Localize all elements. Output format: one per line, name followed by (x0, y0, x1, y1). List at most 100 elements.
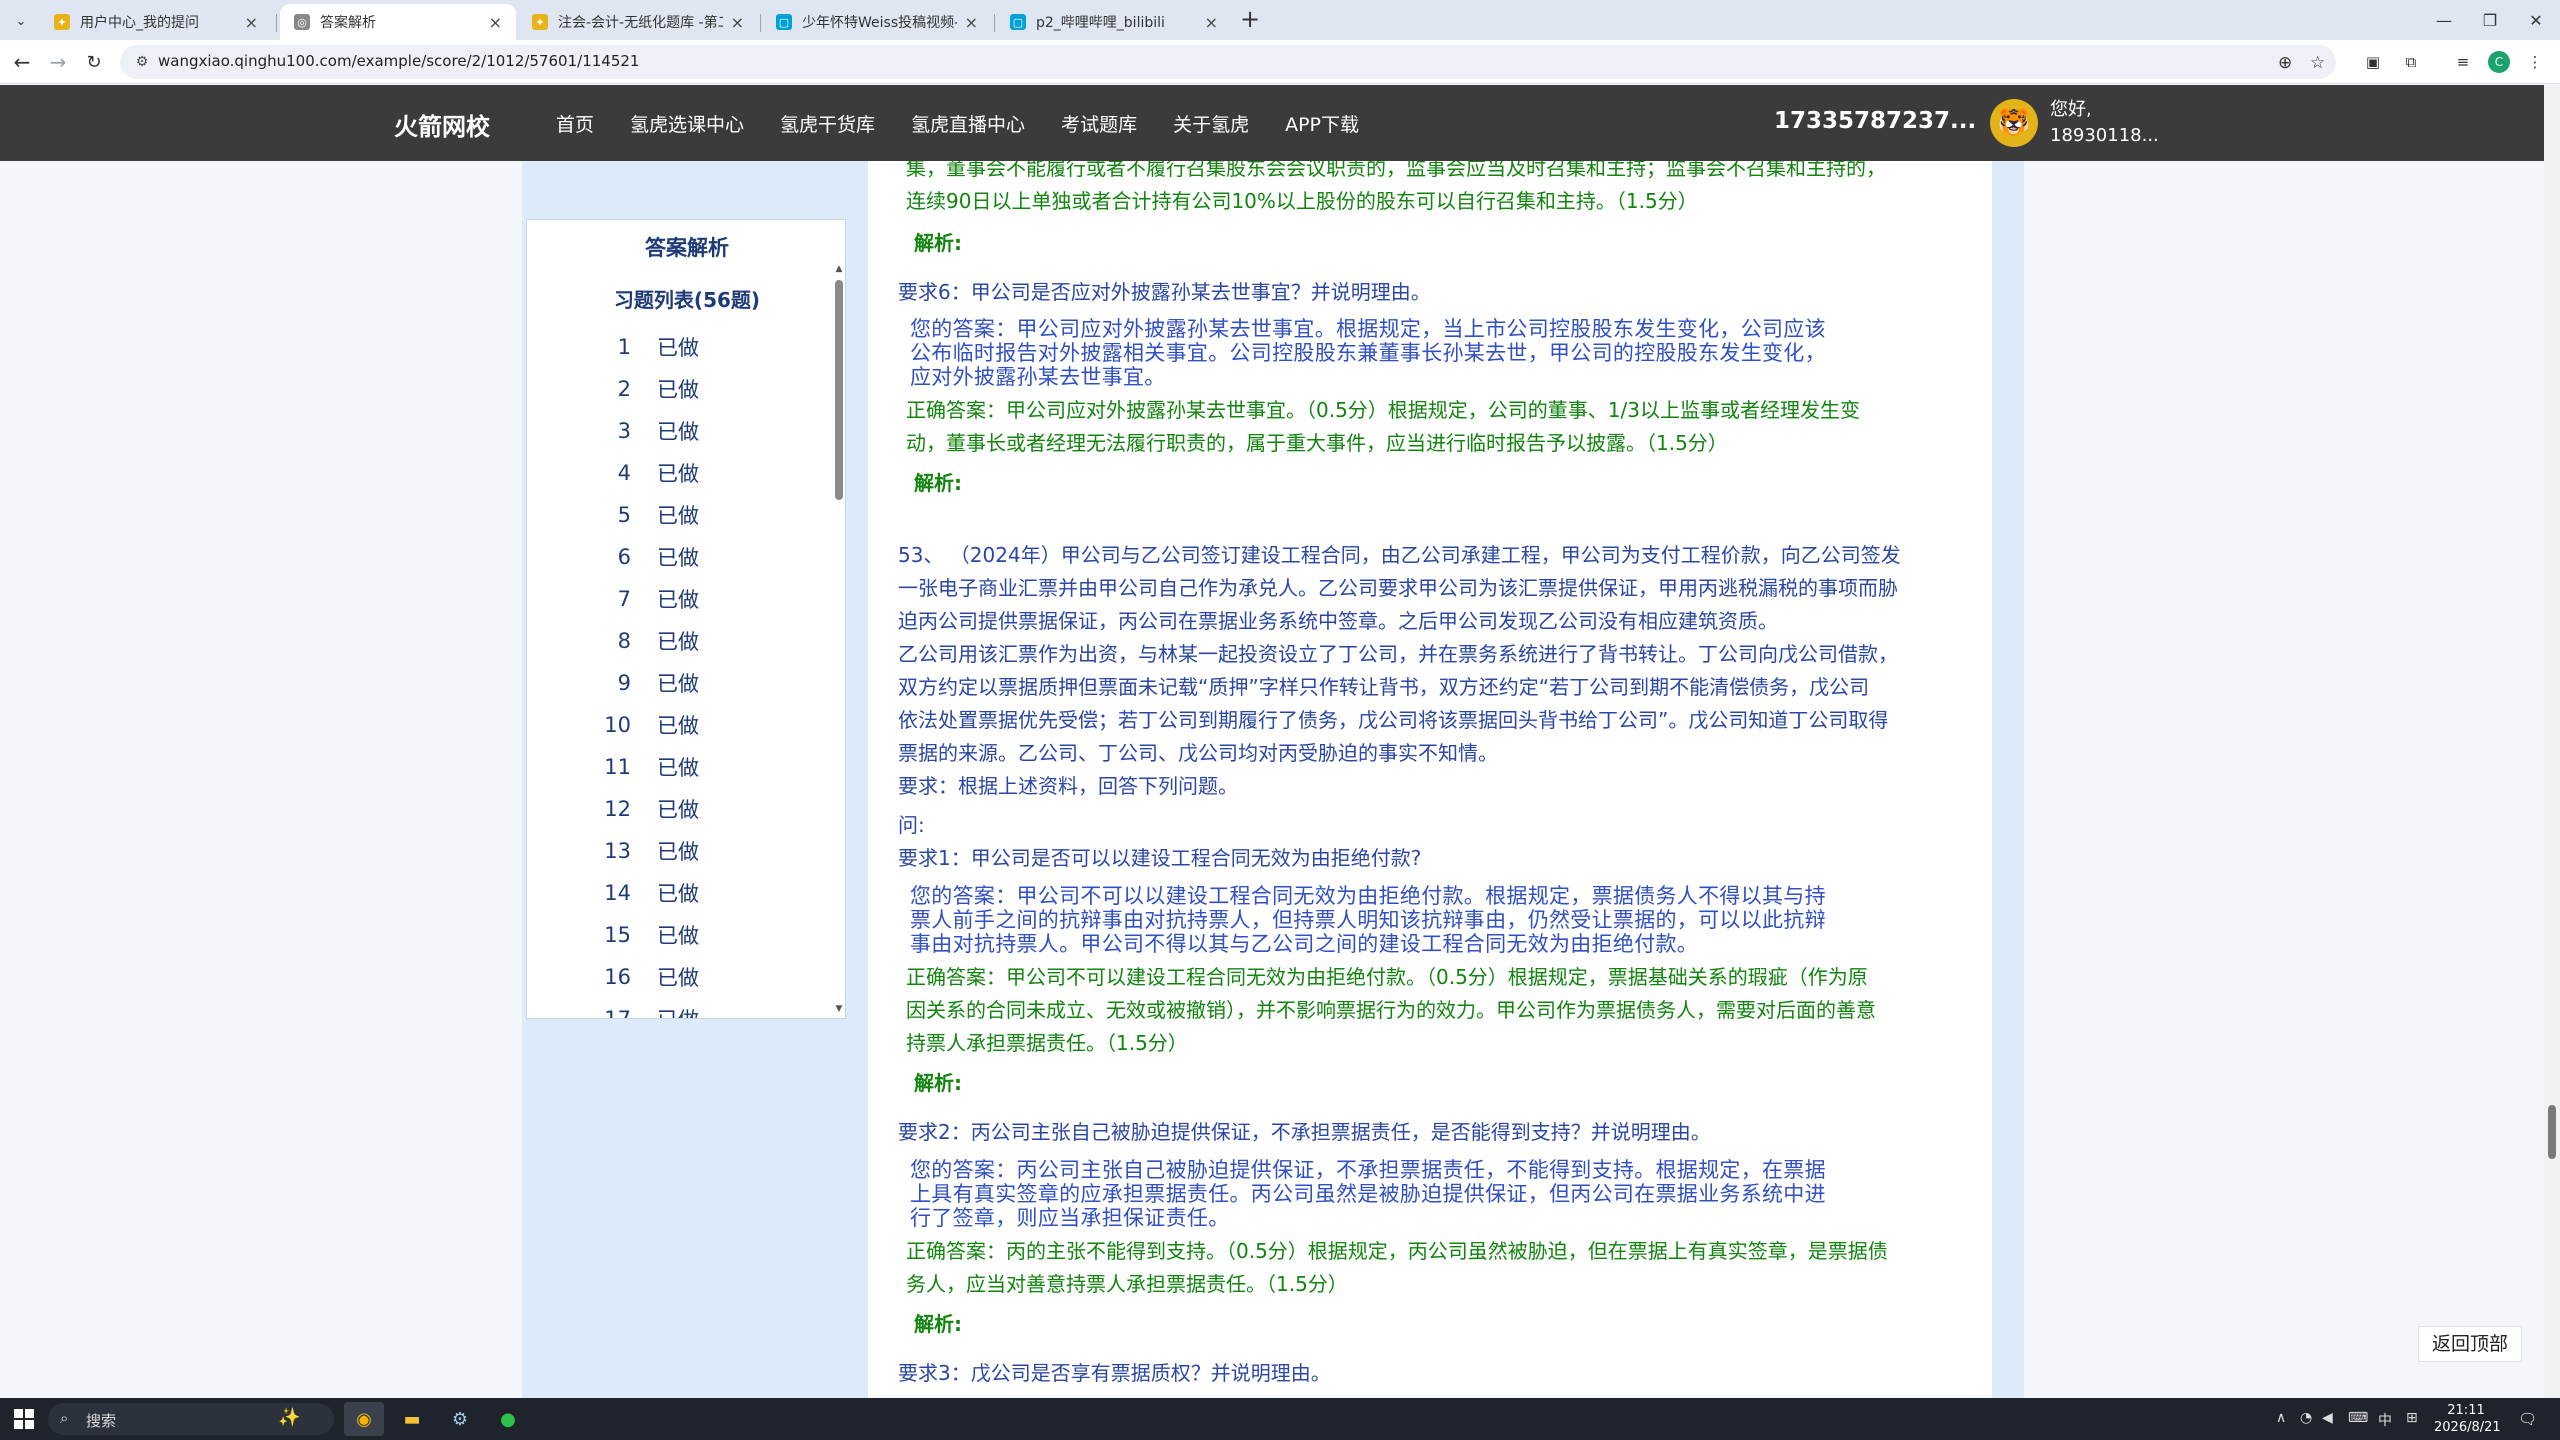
question-list: 1 已做 2 已做 3 已做 4 已做 5 已做 6 已做 7 已做 8 已做 9 已做 10 已做 11 已做 12 已做 1… (527, 326, 827, 1018)
site-info-icon[interactable]: ⚙ (132, 52, 152, 72)
tab-close-icon[interactable]: × (489, 13, 502, 32)
tab-user-center[interactable]: ✦ 用户中心_我的提问 × (40, 4, 272, 40)
network-icon[interactable]: ◔ (2300, 1410, 2312, 1426)
forward-arrow-icon[interactable]: → (44, 48, 72, 76)
question-status: 已做 (657, 924, 699, 948)
question-list-item[interactable]: 8 已做 (527, 620, 827, 662)
user-phone[interactable]: 17335787237... (1774, 108, 1976, 134)
extensions-puzzle-icon[interactable]: ⧉ (2400, 51, 2422, 73)
chrome-taskbar-icon[interactable]: ◉ (344, 1402, 384, 1436)
page-scrollbar[interactable] (2544, 85, 2560, 1398)
nav-about[interactable]: 关于氢虎 (1173, 110, 1249, 137)
back-to-top-button[interactable]: 返回顶部 (2418, 1326, 2522, 1362)
nav-resources[interactable]: 氢虎干货库 (780, 110, 875, 137)
search-label: 搜索 (86, 1412, 117, 1430)
tab-close-icon[interactable]: × (731, 13, 744, 32)
question-number: 16 (604, 965, 631, 989)
site-logo[interactable]: 火箭网校 (394, 107, 490, 142)
question-status: 已做 (657, 504, 699, 528)
tab-question-bank[interactable]: ✦ 注会-会计-无纸化题库 -第二十 × (518, 4, 758, 40)
ime-mode-icon[interactable]: ⊞ (2406, 1410, 2418, 1426)
question-list-item[interactable]: 17 已做 (527, 998, 827, 1018)
url-text[interactable]: wangxiao.qinghu100.com/example/score/2/1… (158, 52, 639, 70)
bookmark-star-icon[interactable]: ☆ (2310, 53, 2325, 73)
question-list-item[interactable]: 16 已做 (527, 956, 827, 998)
profile-avatar[interactable]: C (2488, 51, 2510, 73)
new-tab-button[interactable]: + (1236, 6, 1264, 34)
browser-menu-icon[interactable]: ⋮ (2524, 51, 2546, 73)
requirement-question: 要求3：戊公司是否享有票据质权？并说明理由。 (898, 1361, 1331, 1385)
scroll-thumb[interactable] (835, 280, 843, 500)
ime-indicator[interactable]: 中 (2378, 1410, 2392, 1430)
question-list-item[interactable]: 3 已做 (527, 410, 827, 452)
nav-app-download[interactable]: APP下载 (1285, 110, 1359, 137)
correct-answer-line: 因关系的合同未成立、无效或被撤销），并不影响票据行为的效力。甲公司作为票据债务人… (906, 998, 1876, 1022)
question-stem-line: 迫丙公司提供票据保证，丙公司在票据业务系统中签章。之后甲公司发现乙公司没有相应建… (898, 609, 1778, 633)
question-list-item[interactable]: 13 已做 (527, 830, 827, 872)
media-control-icon[interactable]: ≡ (2452, 51, 2474, 73)
taskbar-search[interactable]: ⌕ 搜索 ✨ (48, 1403, 334, 1435)
back-arrow-icon[interactable]: ← (8, 48, 36, 76)
address-bar[interactable]: ⚙ wangxiao.qinghu100.com/example/score/2… (120, 45, 2336, 79)
requirement-question: 要求1：甲公司是否可以以建设工程合同无效为由拒绝付款? (898, 846, 1422, 870)
nav-question-bank[interactable]: 考试题库 (1061, 110, 1137, 137)
close-window-icon[interactable]: ✕ (2508, 0, 2560, 40)
page-scroll-thumb[interactable] (2548, 1105, 2556, 1159)
question-list-item[interactable]: 12 已做 (527, 788, 827, 830)
question-list-item[interactable]: 15 已做 (527, 914, 827, 956)
question-list-item[interactable]: 1 已做 (527, 326, 827, 368)
ask-label: 问: (898, 813, 925, 837)
tab-close-icon[interactable]: × (1205, 13, 1218, 32)
keyboard-icon[interactable]: ⌨ (2348, 1410, 2368, 1426)
nav-course-center[interactable]: 氢虎选课中心 (630, 110, 744, 137)
tab-separator (276, 14, 277, 32)
notification-icon[interactable]: 🗨 (2518, 1410, 2537, 1428)
nav-home[interactable]: 首页 (556, 110, 594, 137)
sidebar-scrollbar[interactable]: ▲ ▼ (833, 264, 845, 1014)
tray-chevron-icon[interactable]: ∧ (2276, 1410, 2286, 1426)
question-status: 已做 (657, 1004, 699, 1018)
user-avatar[interactable]: 🐯 (1990, 99, 2038, 147)
question-list-item[interactable]: 6 已做 (527, 536, 827, 578)
tab-close-icon[interactable]: × (965, 13, 978, 32)
tab-separator (994, 14, 995, 32)
site-favicon-icon: ✦ (54, 14, 70, 30)
your-answer-line: 您的答案：甲公司应对外披露孙某去世事宜。根据规定，当上市公司控股股东发生变化，公… (910, 317, 1826, 341)
sidebar-title: 答案解析 (645, 236, 729, 260)
question-list-item[interactable]: 11 已做 (527, 746, 827, 788)
windows-start-icon[interactable] (14, 1409, 34, 1429)
extension-game-icon[interactable]: ▣ (2362, 51, 2384, 73)
wechat-icon[interactable]: ● (488, 1402, 528, 1436)
question-stem-line: 票据的来源。乙公司、丁公司、戊公司均对丙受胁迫的事实不知情。 (898, 741, 1498, 765)
user-greeting[interactable]: 您好, 18930118... (2050, 97, 2159, 149)
nav-live-center[interactable]: 氢虎直播中心 (911, 110, 1025, 137)
tab-answer-analysis[interactable]: ◎ 答案解析 × (280, 4, 516, 40)
site-favicon-icon: ✦ (532, 14, 548, 30)
analysis-label: 解析: (914, 1071, 962, 1095)
file-explorer-icon[interactable]: ▬ (392, 1402, 432, 1436)
zoom-icon[interactable]: ⊕ (2278, 53, 2292, 73)
question-list-item[interactable]: 9 已做 (527, 662, 827, 704)
question-status: 已做 (657, 882, 699, 906)
question-list-item[interactable]: 7 已做 (527, 578, 827, 620)
question-number: 11 (604, 755, 631, 779)
clock-time: 21:11 (2447, 1403, 2485, 1418)
question-status: 已做 (657, 714, 699, 738)
question-list-item[interactable]: 10 已做 (527, 704, 827, 746)
tab-bilibili-uploads[interactable]: ▢ 少年怀特Weiss投稿视频-少年怀 × (762, 4, 992, 40)
scroll-down-icon[interactable]: ▼ (833, 1004, 845, 1014)
correct-answer-line: 正确答案：丙的主张不能得到支持。（0.5分）根据规定，丙公司虽然被胁迫，但在票据… (906, 1239, 1888, 1263)
question-list-item[interactable]: 14 已做 (527, 872, 827, 914)
tab-search-button[interactable]: ⌄ (8, 8, 34, 34)
volume-icon[interactable]: ◀ (2322, 1410, 2333, 1426)
steam-icon[interactable]: ⚙ (440, 1402, 480, 1436)
tab-bilibili-p2[interactable]: ▢ p2_哔哩哔哩_bilibili × (996, 4, 1232, 40)
reload-icon[interactable]: ↻ (80, 48, 108, 76)
question-list-item[interactable]: 2 已做 (527, 368, 827, 410)
tab-close-icon[interactable]: × (245, 13, 258, 32)
question-list-item[interactable]: 5 已做 (527, 494, 827, 536)
tab-title: p2_哔哩哔哩_bilibili (1036, 15, 1165, 31)
taskbar-clock[interactable]: 21:11 2026/8/21 (2434, 1402, 2501, 1436)
question-list-item[interactable]: 4 已做 (527, 452, 827, 494)
scroll-up-icon[interactable]: ▲ (833, 264, 845, 274)
